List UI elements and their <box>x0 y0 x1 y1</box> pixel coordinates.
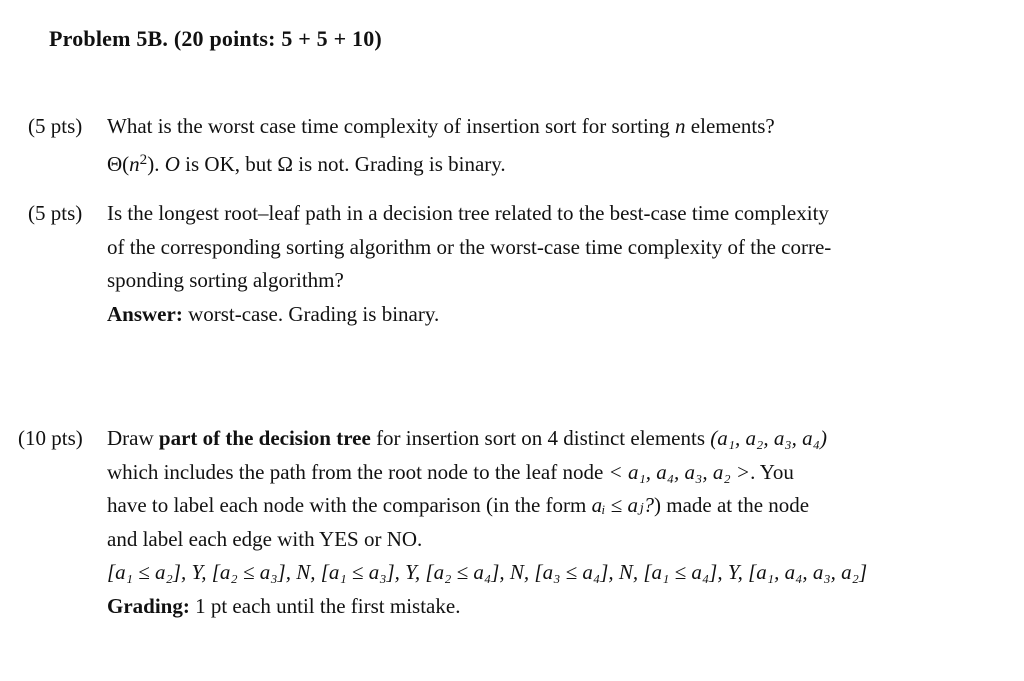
answer-text: worst-case. Grading is binary. <box>182 301 440 326</box>
part-1-points: (5 pts) <box>28 114 83 138</box>
math-var-n: n <box>129 151 140 176</box>
answer-label: Answer: <box>107 301 183 326</box>
emphasis-text: part of the decision tree <box>158 426 371 450</box>
math-comparison: aᵢ ≤ aⱼ? <box>591 493 654 517</box>
text: for insertion sort on 4 distinct element… <box>370 426 711 450</box>
part-3-line-3: have to label each node with the compari… <box>107 489 867 523</box>
part-3-grading: Grading: 1 pt each until the first mista… <box>107 590 867 624</box>
part-3-body: Draw part of the decision tree for inser… <box>107 422 867 623</box>
part-2-question-line: Is the longest root–leaf path in a decis… <box>107 201 829 225</box>
grading-text: 1 pt each until the first mistake. <box>189 593 461 618</box>
math-close: ). <box>147 151 160 176</box>
part-2-question-line: sponding sorting algorithm? <box>107 268 344 292</box>
part-3-points: (10 pts) <box>18 426 83 450</box>
part-1-body: What is the worst case time complexity o… <box>107 110 775 181</box>
part-1-question: What is the worst case time complexity o… <box>107 110 775 144</box>
part-3-line-2: which includes the path from the root no… <box>107 456 867 490</box>
document-page: Problem 5B. (20 points: 5 + 5 + 10) (5 p… <box>0 0 1024 681</box>
text: Draw <box>107 426 159 450</box>
answer-text: is OK, but <box>179 151 278 176</box>
math-var-n: n <box>675 114 686 138</box>
part-2-points: (5 pts) <box>28 201 83 225</box>
text: have to label each node with the compari… <box>107 493 592 517</box>
grading-label: Grading: <box>107 593 190 618</box>
text: ) made at the node <box>654 493 810 517</box>
answer-text-end: is not. Grading is binary. <box>292 151 506 176</box>
math-big-o: O <box>164 151 180 176</box>
text: which includes the path from the root no… <box>107 459 609 484</box>
question-text: What is the worst case time complexity o… <box>107 114 676 138</box>
problem-title: Problem 5B. (20 points: 5 + 5 + 10) <box>49 26 382 51</box>
part-1-answer: Θ(n2). O is OK, but Ω is not. Grading is… <box>107 144 775 181</box>
part-3-line-4: and label each edge with YES or NO. <box>107 526 423 551</box>
part-2-body: Is the longest root–leaf path in a decis… <box>107 197 831 331</box>
text: . You <box>750 459 794 484</box>
math-tuple: (a₁, a₂, a₃, a₄) <box>710 426 827 450</box>
part-2-answer: Answer: worst-case. Grading is binary. <box>107 298 831 332</box>
question-text-end: elements? <box>685 114 775 138</box>
math-theta: Θ( <box>107 151 130 176</box>
part-3-line-1: Draw part of the decision tree for inser… <box>107 422 867 456</box>
math-leaf-node: < a₁, a₄, a₃, a₂ > <box>608 459 751 484</box>
part-2-question-line: of the corresponding sorting algorithm o… <box>107 234 832 259</box>
math-omega: Ω <box>277 151 293 176</box>
part-3-solution: [a₁ ≤ a₂], Y, [a₂ ≤ a₃], N, [a₁ ≤ a₃], Y… <box>107 560 868 584</box>
